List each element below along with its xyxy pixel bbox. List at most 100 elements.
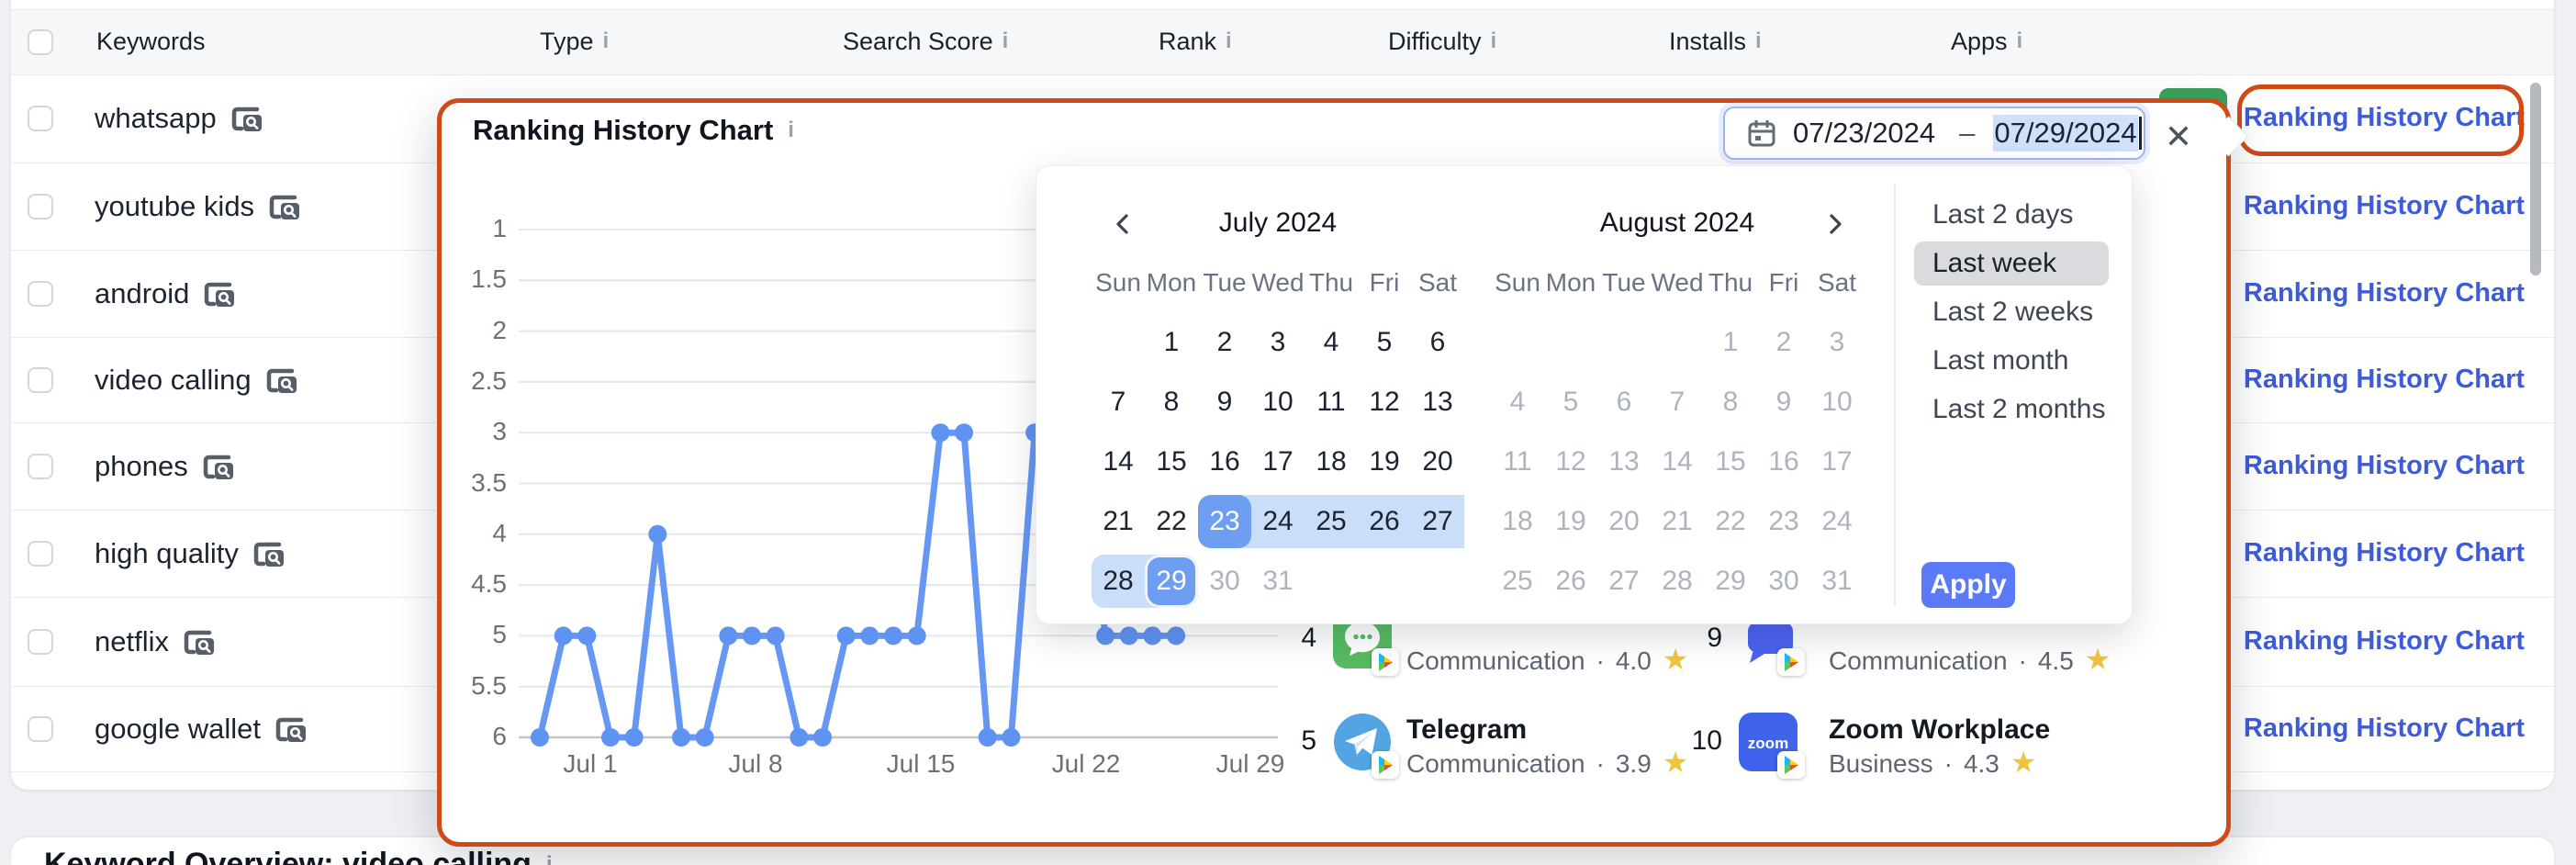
date-start-value[interactable]: 07/23/2024 <box>1793 117 1935 150</box>
calendar-day-1[interactable]: 1 <box>1704 316 1757 369</box>
calendar-day-18[interactable]: 18 <box>1305 435 1358 489</box>
calendar-day-29[interactable]: 29 <box>1704 555 1757 608</box>
app-name[interactable]: Zoom Workplace <box>1829 714 2050 746</box>
select-all-checkbox[interactable] <box>28 29 53 55</box>
info-icon[interactable]: i <box>1002 30 1009 52</box>
date-end-value[interactable]: 07/29/2024 <box>1993 115 2137 152</box>
telegram-icon[interactable] <box>1333 713 1392 771</box>
calendar-day-18[interactable]: 18 <box>1491 495 1544 548</box>
preset-last-2-days[interactable]: Last 2 days <box>1914 193 2109 237</box>
calendar-day-8[interactable]: 8 <box>1704 376 1757 429</box>
zoom-icon[interactable]: zoom <box>1739 713 1798 771</box>
ranking-history-chart-link[interactable]: Ranking History Chart <box>2244 365 2525 395</box>
calendar-day-3[interactable]: 3 <box>1810 316 1864 369</box>
calendar-day-10[interactable]: 10 <box>1251 376 1305 429</box>
calendar-day-21[interactable]: 21 <box>1092 495 1145 548</box>
calendar-day-6[interactable]: 6 <box>1597 376 1651 429</box>
calendar-day-19[interactable]: 19 <box>1544 495 1597 548</box>
ranking-history-chart-link[interactable]: Ranking History Chart <box>2244 713 2525 744</box>
calendar-day-24[interactable]: 24 <box>1251 495 1305 548</box>
calendar-day-10[interactable]: 10 <box>1810 376 1864 429</box>
ranking-history-chart-link[interactable]: Ranking History Chart <box>2244 538 2525 568</box>
calendar-day-26[interactable]: 26 <box>1358 495 1411 548</box>
row-checkbox[interactable] <box>28 194 53 219</box>
calendar-day-12[interactable]: 12 <box>1358 376 1411 429</box>
calendar-day-27[interactable]: 27 <box>1411 495 1464 548</box>
calendar-day-3[interactable]: 3 <box>1251 316 1305 369</box>
calendar-day-12[interactable]: 12 <box>1544 435 1597 489</box>
calendar-day-24[interactable]: 24 <box>1810 495 1864 548</box>
calendar-day-28[interactable]: 28 <box>1092 555 1145 608</box>
row-checkbox[interactable] <box>28 541 53 567</box>
row-checkbox[interactable] <box>28 281 53 307</box>
preset-last-month[interactable]: Last month <box>1914 339 2109 383</box>
range-start-day[interactable]: 23 <box>1198 495 1251 548</box>
app-name[interactable]: Telegram <box>1406 714 1527 746</box>
live-search-icon[interactable] <box>252 539 285 568</box>
calendar-day-7[interactable]: 7 <box>1092 376 1145 429</box>
calendar-day-13[interactable]: 13 <box>1411 376 1464 429</box>
calendar-day-14[interactable]: 14 <box>1651 435 1704 489</box>
calendar-day-5[interactable]: 5 <box>1358 316 1411 369</box>
range-end-day[interactable]: 29 <box>1145 555 1198 608</box>
calendar-day-19[interactable]: 19 <box>1358 435 1411 489</box>
live-search-icon[interactable] <box>201 452 234 481</box>
ranking-history-chart-link[interactable]: Ranking History Chart <box>2244 451 2525 481</box>
calendar-day-15[interactable]: 15 <box>1704 435 1757 489</box>
apply-button[interactable]: Apply <box>1921 562 2015 608</box>
column-header-installs[interactable]: Installsi <box>1669 9 1762 73</box>
calendar-day-17[interactable]: 17 <box>1251 435 1305 489</box>
calendar-day-30[interactable]: 30 <box>1198 555 1251 608</box>
info-icon[interactable]: i <box>1755 30 1762 52</box>
calendar-day-1[interactable]: 1 <box>1145 316 1198 369</box>
close-icon[interactable]: ✕ <box>2157 116 2200 158</box>
calendar-day-2[interactable]: 2 <box>1198 316 1251 369</box>
calendar-day-23[interactable]: 23 <box>1757 495 1810 548</box>
row-checkbox[interactable] <box>28 106 53 131</box>
calendar-day-16[interactable]: 16 <box>1757 435 1810 489</box>
calendar-day-22[interactable]: 22 <box>1704 495 1757 548</box>
calendar-day-20[interactable]: 20 <box>1597 495 1651 548</box>
calendar-day-30[interactable]: 30 <box>1757 555 1810 608</box>
column-header-apps[interactable]: Appsi <box>1951 9 2022 73</box>
calendar-day-2[interactable]: 2 <box>1757 316 1810 369</box>
info-icon[interactable]: i <box>546 854 553 865</box>
preset-last-2-weeks[interactable]: Last 2 weeks <box>1914 290 2109 334</box>
info-icon[interactable]: i <box>2017 30 2023 52</box>
live-search-icon[interactable] <box>202 279 235 309</box>
calendar-day-29[interactable]: 29 <box>1145 555 1198 608</box>
live-search-icon[interactable] <box>182 627 215 657</box>
calendar-day-9[interactable]: 9 <box>1198 376 1251 429</box>
calendar-day-7[interactable]: 7 <box>1651 376 1704 429</box>
calendar-day-5[interactable]: 5 <box>1544 376 1597 429</box>
calendar-day-11[interactable]: 11 <box>1491 435 1544 489</box>
preset-last-week[interactable]: Last week <box>1914 242 2109 286</box>
calendar-day-16[interactable]: 16 <box>1198 435 1251 489</box>
calendar-day-9[interactable]: 9 <box>1757 376 1810 429</box>
calendar-day-13[interactable]: 13 <box>1597 435 1651 489</box>
calendar-day-25[interactable]: 25 <box>1491 555 1544 608</box>
calendar-day-31[interactable]: 31 <box>1810 555 1864 608</box>
column-header-difficulty[interactable]: Difficultyi <box>1388 9 1496 73</box>
column-header-search-score[interactable]: Search Scorei <box>843 9 1008 73</box>
calendar-day-11[interactable]: 11 <box>1305 376 1358 429</box>
live-search-icon[interactable] <box>274 714 307 744</box>
calendar-day-22[interactable]: 22 <box>1145 495 1198 548</box>
calendar-day-23[interactable]: 23 <box>1198 495 1251 548</box>
calendar-day-4[interactable]: 4 <box>1491 376 1544 429</box>
calendar-day-20[interactable]: 20 <box>1411 435 1464 489</box>
calendar-day-6[interactable]: 6 <box>1411 316 1464 369</box>
live-search-icon[interactable] <box>264 365 297 395</box>
calendar-day-8[interactable]: 8 <box>1145 376 1198 429</box>
row-checkbox[interactable] <box>28 454 53 479</box>
calendar-day-26[interactable]: 26 <box>1544 555 1597 608</box>
info-icon[interactable]: i <box>788 119 794 141</box>
calendar-day-17[interactable]: 17 <box>1810 435 1864 489</box>
info-icon[interactable]: i <box>1491 30 1497 52</box>
calendar-day-27[interactable]: 27 <box>1597 555 1651 608</box>
calendar-day-25[interactable]: 25 <box>1305 495 1358 548</box>
ranking-history-chart-link[interactable]: Ranking History Chart <box>2244 191 2525 221</box>
row-checkbox[interactable] <box>28 367 53 393</box>
calendar-day-21[interactable]: 21 <box>1651 495 1704 548</box>
calendar-day-15[interactable]: 15 <box>1145 435 1198 489</box>
